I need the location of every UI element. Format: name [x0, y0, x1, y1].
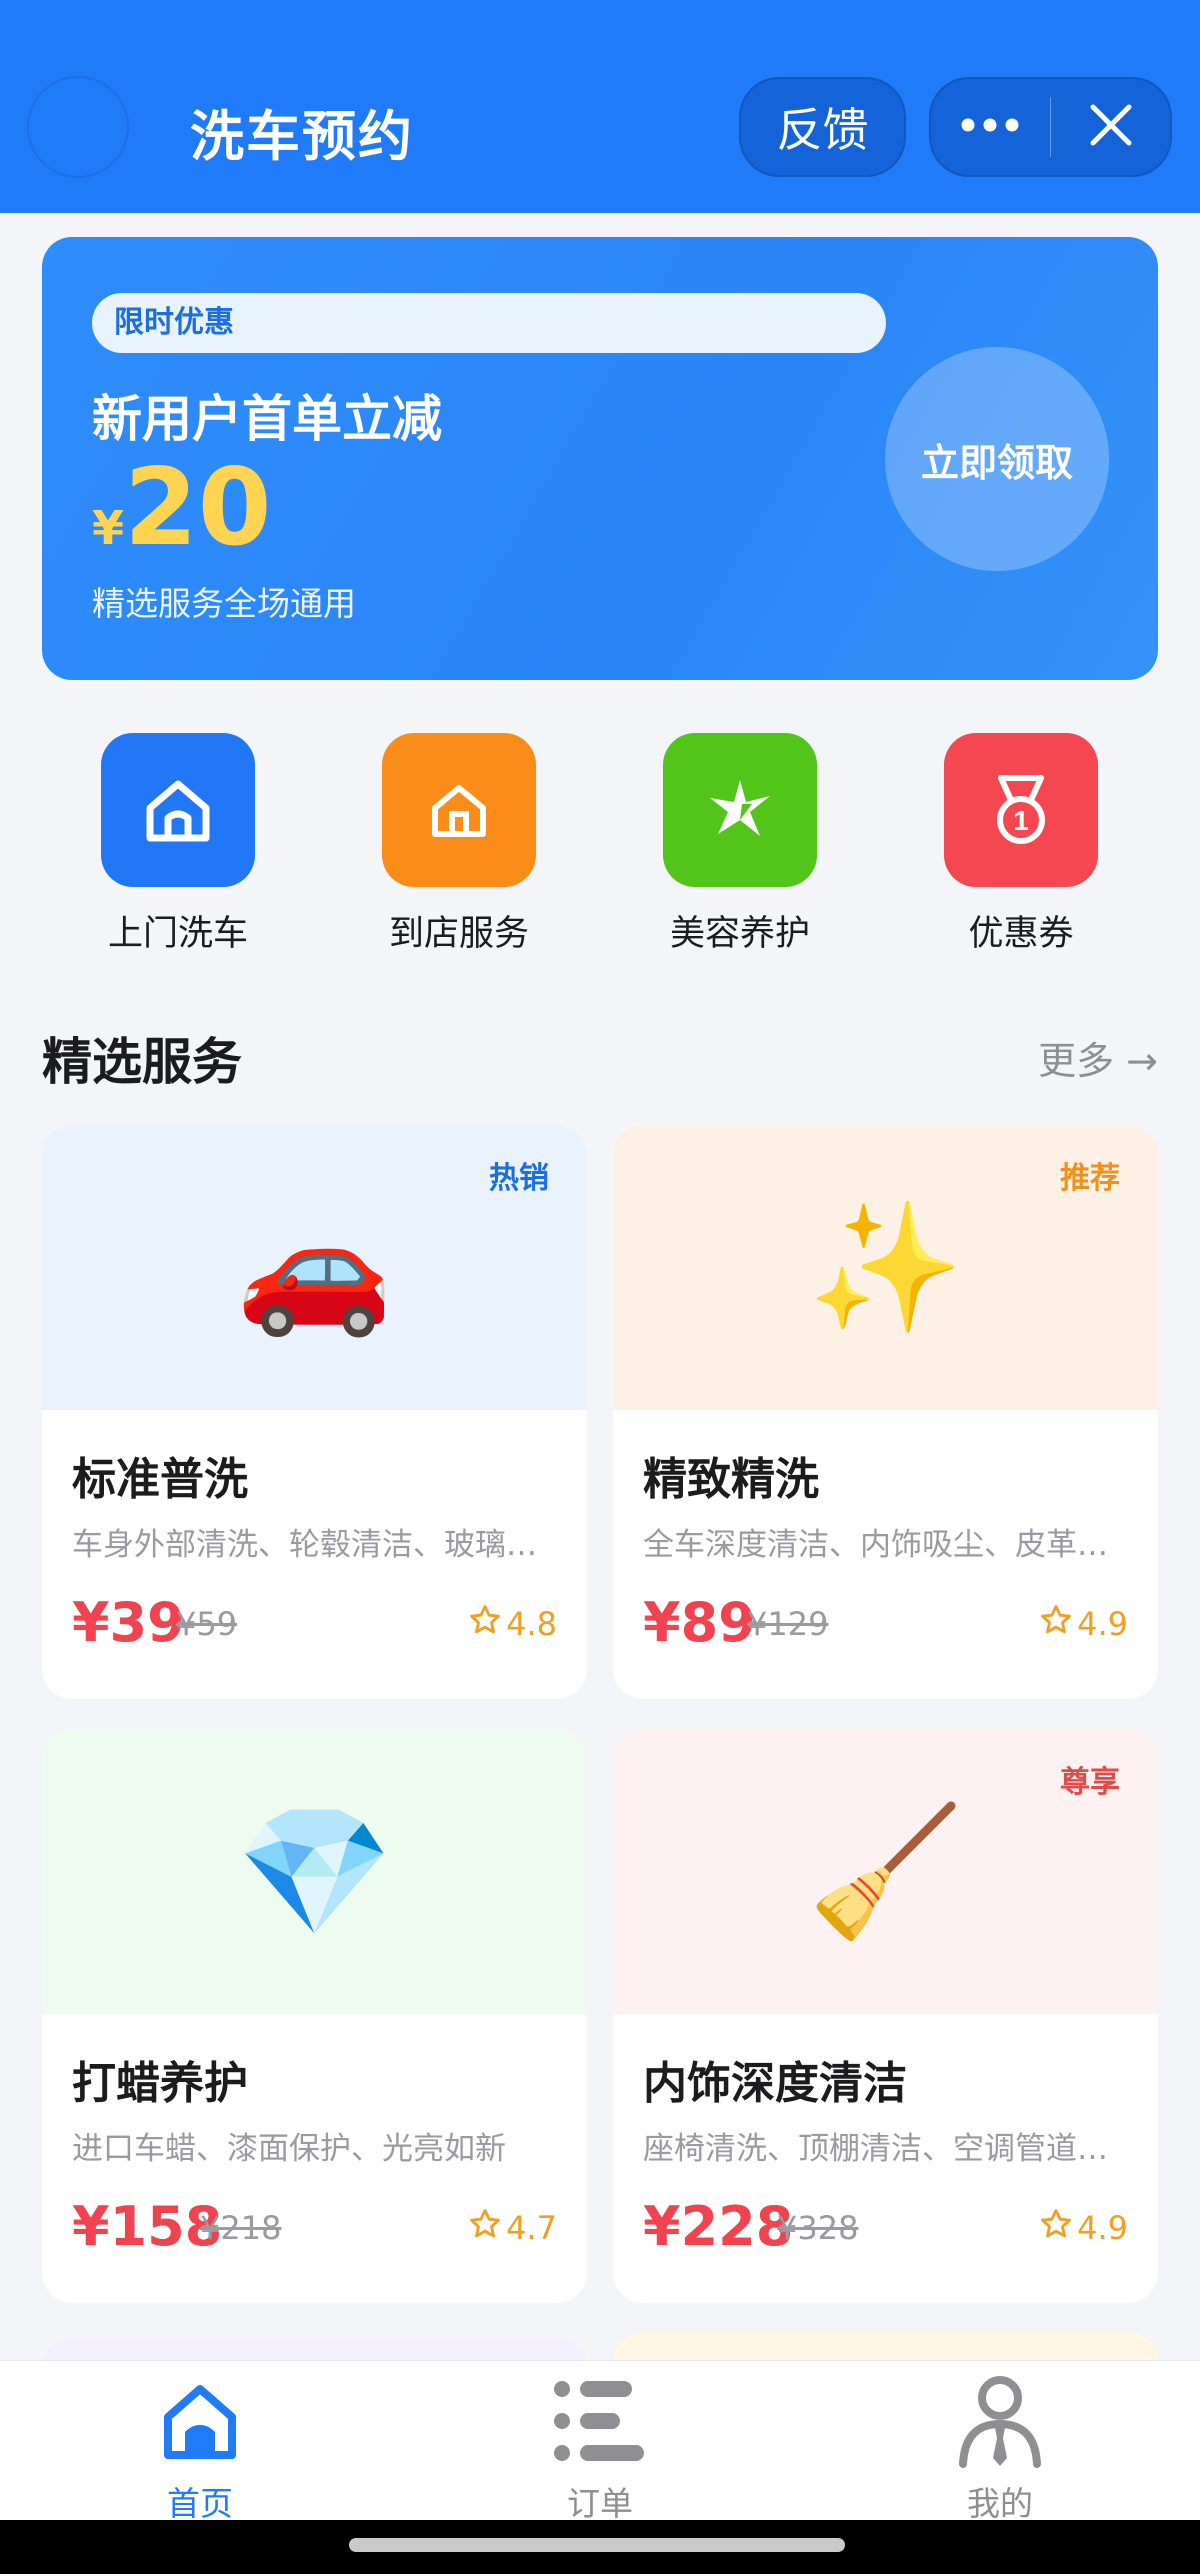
star-icon	[468, 1603, 502, 1645]
product-original-price: ¥328	[777, 2209, 859, 2247]
sparkle-star-icon	[663, 733, 817, 887]
store-icon	[382, 733, 536, 887]
product-original-price: ¥218	[200, 2209, 282, 2247]
svg-text:1: 1	[1013, 805, 1029, 836]
bottom-tab-bar: 首页 订单 我的	[0, 2360, 1200, 2523]
claim-button[interactable]: 立即领取	[885, 347, 1109, 571]
product-card-standard-wash[interactable]: 🚗 热销 标准普洗 车身外部清洗、轮毂清洁、玻璃擦拭 ¥39 ¥59 4.8	[42, 1125, 587, 1699]
product-image: 🧹 尊享	[613, 1729, 1158, 2014]
category-beauty-care[interactable]: 美容养护	[640, 733, 840, 956]
category-label: 美容养护	[669, 914, 810, 954]
star-icon	[468, 2207, 502, 2249]
rating-value: 4.8	[506, 1605, 557, 1643]
product-rating: 4.9	[1039, 2207, 1128, 2249]
product-name: 标准普洗	[72, 1454, 248, 1505]
promo-tag: 限时优惠	[92, 293, 886, 353]
product-image: ✨ 推荐	[613, 1125, 1158, 1410]
section-title: 精选服务	[42, 1033, 242, 1091]
product-desc: 进口车蜡、漆面保护、光亮如新	[72, 2131, 506, 2167]
tab-label: 订单	[567, 2484, 633, 2523]
banner-amount: 20	[124, 446, 272, 569]
tab-label: 首页	[167, 2484, 233, 2523]
car-icon: 🚗	[236, 1193, 393, 1341]
broom-icon: 🧹	[807, 1797, 964, 1945]
product-price: ¥228	[643, 2195, 794, 2258]
category-coupons[interactable]: 1 优惠券	[921, 733, 1121, 956]
banner-title: 新用户首单立减	[92, 390, 442, 448]
product-original-price: ¥59	[176, 1605, 238, 1643]
rating-value: 4.9	[1077, 1605, 1128, 1643]
star-icon	[1039, 1603, 1073, 1645]
page-title: 洗车预约	[190, 105, 414, 168]
banner-desc: 精选服务全场通用	[92, 584, 356, 623]
more-label: 更多	[1038, 1039, 1115, 1083]
more-link[interactable]: 更多 →	[1038, 1030, 1158, 1085]
banner-currency: ¥	[92, 501, 125, 555]
close-icon	[1087, 101, 1135, 153]
product-price: ¥89	[643, 1591, 756, 1654]
product-desc: 全车深度清洁、内饰吸尘、皮革护理	[643, 1527, 1133, 1563]
tab-home[interactable]: 首页	[100, 2371, 300, 2525]
category-label: 上门洗车	[107, 914, 248, 954]
arrow-right-icon: →	[1114, 1039, 1158, 1083]
mini-program-capsule	[929, 77, 1172, 177]
profile-icon	[900, 2371, 1100, 2471]
category-home-wash[interactable]: 上门洗车	[78, 733, 278, 956]
product-desc: 座椅清洗、顶棚清洁、空调管道消毒	[643, 2131, 1133, 2167]
tab-profile[interactable]: 我的	[900, 2371, 1100, 2525]
rating-value: 4.9	[1077, 2209, 1128, 2247]
order-list-icon	[500, 2371, 700, 2471]
category-store-service[interactable]: 到店服务	[359, 733, 559, 956]
product-card-peek[interactable]	[613, 2332, 1158, 2362]
close-button[interactable]	[1051, 79, 1170, 175]
more-button[interactable]	[931, 79, 1050, 175]
product-name: 内饰深度清洁	[643, 2058, 907, 2109]
product-rating: 4.9	[1039, 1603, 1128, 1645]
tab-orders[interactable]: 订单	[500, 2371, 700, 2525]
product-name: 精致精洗	[643, 1454, 819, 1505]
product-image: 💎	[42, 1729, 587, 2014]
product-card-interior-clean[interactable]: 🧹 尊享 内饰深度清洁 座椅清洗、顶棚清洁、空调管道消毒 ¥228 ¥328 4…	[613, 1729, 1158, 2303]
more-dots-icon	[960, 117, 1020, 137]
sparkles-icon: ✨	[807, 1193, 964, 1341]
product-name: 打蜡养护	[72, 2058, 248, 2109]
product-rating: 4.7	[468, 2207, 557, 2249]
product-original-price: ¥129	[747, 1605, 829, 1643]
avatar[interactable]	[27, 76, 129, 178]
feedback-button[interactable]: 反馈	[739, 77, 906, 177]
home-tab-icon	[100, 2371, 300, 2471]
product-desc: 车身外部清洗、轮毂清洁、玻璃擦拭	[72, 1527, 562, 1563]
product-price: ¥39	[72, 1591, 185, 1654]
rating-value: 4.7	[506, 2209, 557, 2247]
star-icon	[1039, 2207, 1073, 2249]
app-header: 洗车预约 反馈	[0, 0, 1200, 213]
home-indicator[interactable]	[349, 2538, 845, 2552]
product-card-premium-wash[interactable]: ✨ 推荐 精致精洗 全车深度清洁、内饰吸尘、皮革护理 ¥89 ¥129 4.9	[613, 1125, 1158, 1699]
category-label: 优惠券	[968, 914, 1074, 954]
tab-label: 我的	[967, 2484, 1033, 2523]
product-badge: 尊享	[1060, 1765, 1120, 1800]
gem-icon: 💎	[236, 1797, 393, 1945]
medal-icon: 1	[944, 733, 1098, 887]
product-rating: 4.8	[468, 1603, 557, 1645]
product-card-waxing[interactable]: 💎 打蜡养护 进口车蜡、漆面保护、光亮如新 ¥158 ¥218 4.7	[42, 1729, 587, 2303]
category-label: 到店服务	[388, 914, 529, 954]
product-badge: 推荐	[1060, 1161, 1120, 1196]
product-badge: 热销	[489, 1161, 549, 1196]
product-image: 🚗 热销	[42, 1125, 587, 1410]
promo-banner[interactable]: 限时优惠 新用户首单立减 ¥20 精选服务全场通用 立即领取	[42, 237, 1158, 680]
banner-discount: ¥20	[92, 455, 272, 561]
home-icon	[101, 733, 255, 887]
